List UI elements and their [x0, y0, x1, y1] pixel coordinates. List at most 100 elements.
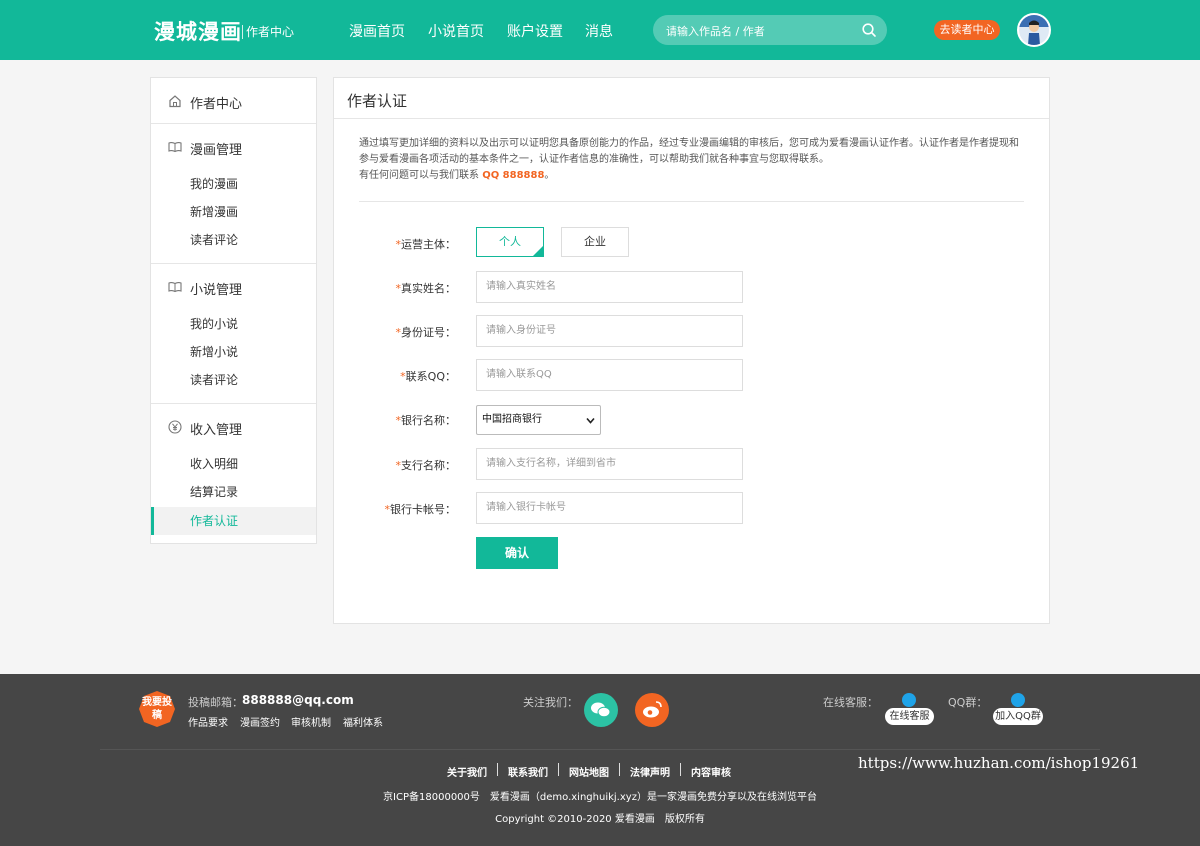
- sidebar-item-new-novel[interactable]: 新增小说: [151, 338, 316, 366]
- entity-option-company[interactable]: 企业: [561, 227, 629, 257]
- nav-account-settings[interactable]: 账户设置: [507, 21, 563, 41]
- divider: [558, 763, 559, 776]
- reader-center-button[interactable]: 去读者中心: [934, 20, 1000, 40]
- sidebar-item-author-home[interactable]: 作者中心: [151, 78, 316, 124]
- footer-link-about[interactable]: 关于我们: [447, 764, 487, 779]
- book-icon: [168, 282, 182, 293]
- option-label: 个人: [499, 235, 521, 248]
- branch-label: *支行名称：: [364, 457, 457, 473]
- qq-input[interactable]: 请输入联系QQ: [476, 359, 743, 391]
- wechat-glyph-icon: [591, 702, 611, 718]
- intro-text: 通过填写更加详细的资料以及出示可以证明您具备原创能力的作品，经过专业漫画编辑的审…: [359, 136, 1024, 184]
- watermark: https://www.huzhan.com/ishop19261: [858, 754, 1140, 772]
- panel-header: 作者认证: [334, 78, 1049, 119]
- divider: [100, 749, 1100, 750]
- label-text: 真实姓名：: [401, 282, 456, 295]
- submit-work-badge[interactable]: 我要投稿: [139, 691, 175, 727]
- sidebar-item-my-novels[interactable]: 我的小说: [151, 310, 316, 338]
- mail-label: 投稿邮箱：: [188, 696, 243, 709]
- nav-messages[interactable]: 消息: [585, 21, 613, 41]
- sidebar-item-novel-comments[interactable]: 读者评论: [151, 366, 316, 394]
- logo-subtitle: 作者中心: [242, 25, 294, 39]
- sidebar-item-new-comic[interactable]: 新增漫画: [151, 198, 316, 226]
- footer: 我要投稿 投稿邮箱： 888888@qq.com 作品要求 漫画签约 审核机制 …: [0, 674, 1200, 846]
- avatar[interactable]: [1017, 13, 1051, 47]
- sidebar-item-income-detail[interactable]: 收入明细: [151, 450, 316, 478]
- weibo-icon[interactable]: [635, 693, 669, 727]
- sidebar-group-novel: 小说管理: [151, 264, 316, 310]
- footer-link-benefits[interactable]: 福利体系: [343, 714, 383, 729]
- intro-line: 参与爱看漫画各项活动的基本条件之一，认证作者信息的准确性，可以帮助我们就各种事宜…: [359, 154, 829, 165]
- top-header: 漫城漫画 作者中心 漫画首页 小说首页 账户设置 消息 请输入作品名 / 作者 …: [0, 0, 1200, 60]
- card-label: *银行卡帐号：: [364, 501, 457, 517]
- label-text: 支行名称：: [401, 459, 456, 472]
- label-text: 运营主体：: [401, 238, 456, 251]
- bank-select[interactable]: 中国招商银行: [476, 405, 601, 435]
- weibo-glyph-icon: [643, 701, 662, 718]
- sidebar-item-label: 作者中心: [190, 97, 243, 112]
- home-icon: [169, 95, 181, 108]
- avatar-image: [1019, 15, 1049, 45]
- footer-link-review[interactable]: 审核机制: [291, 714, 331, 729]
- sidebar-item-author-verify[interactable]: 作者认证: [151, 507, 316, 535]
- selected-value: 中国招商银行: [482, 414, 542, 425]
- submit-button[interactable]: 确认: [476, 537, 558, 569]
- search-box[interactable]: 请输入作品名 / 作者: [653, 15, 887, 45]
- join-qq-group-button[interactable]: 加入QQ群: [993, 708, 1043, 725]
- sidebar: 作者中心 漫画管理 我的漫画 新增漫画 读者评论 小说管理 我的小说 新增小说 …: [150, 77, 317, 544]
- copyright-text: Copyright ©2010-2020 爱看漫画 版权所有: [495, 814, 705, 825]
- label-text: 银行名称：: [401, 414, 456, 427]
- nav-novel-home[interactable]: 小说首页: [428, 21, 484, 41]
- badge-label: 我要投稿: [142, 697, 172, 721]
- follow-label: 关注我们：: [523, 696, 578, 709]
- nav-comic-home[interactable]: 漫画首页: [349, 21, 405, 41]
- page-title: 作者认证: [347, 92, 408, 110]
- sidebar-group-title: 收入管理: [190, 423, 243, 438]
- entity-option-personal[interactable]: 个人: [476, 227, 544, 257]
- search-input[interactable]: 请输入作品名 / 作者: [666, 23, 765, 39]
- intro-line: 有任何问题可以与我们联系 QQ 888888。: [359, 168, 1024, 184]
- icp-text: 京ICP备18000000号 爱看漫画（demo.xinghuikj.xyz）是…: [383, 792, 817, 803]
- qq-label: *联系QQ：: [364, 368, 456, 384]
- wechat-icon[interactable]: [584, 693, 618, 727]
- yen-icon: [168, 420, 182, 434]
- sidebar-item-comic-comments[interactable]: 读者评论: [151, 226, 316, 254]
- id-number-input[interactable]: 请输入身份证号: [476, 315, 743, 347]
- sidebar-group-title: 漫画管理: [190, 143, 243, 158]
- divider: [359, 201, 1024, 202]
- footer-link-contract[interactable]: 漫画签约: [240, 714, 280, 729]
- footer-link-legal[interactable]: 法律声明: [630, 764, 670, 779]
- service-icon: [902, 693, 916, 707]
- branch-input[interactable]: 请输入支行名称，详细到省市: [476, 448, 743, 480]
- chevron-down-icon: [586, 417, 595, 424]
- online-service-button[interactable]: 在线客服: [885, 708, 934, 725]
- sidebar-item-my-comics[interactable]: 我的漫画: [151, 170, 316, 198]
- book-icon: [168, 142, 182, 153]
- sidebar-item-settlement[interactable]: 结算记录: [151, 478, 316, 506]
- sidebar-group-title: 小说管理: [190, 283, 243, 298]
- real-name-input[interactable]: 请输入真实姓名: [476, 271, 743, 303]
- label-text: 联系QQ：: [405, 370, 456, 383]
- qq-icon: [1011, 693, 1025, 707]
- divider: [619, 763, 620, 776]
- footer-link-sitemap[interactable]: 网站地图: [569, 764, 609, 779]
- divider: [497, 763, 498, 776]
- contact-qq: QQ 888888: [482, 170, 545, 181]
- bank-label: *银行名称：: [364, 412, 457, 428]
- intro-contact-text: 有任何问题可以与我们联系: [359, 170, 479, 181]
- footer-link-contact[interactable]: 联系我们: [508, 764, 548, 779]
- divider: [680, 763, 681, 776]
- sidebar-group-comic: 漫画管理: [151, 124, 316, 170]
- name-label: *真实姓名：: [364, 280, 457, 296]
- site-logo[interactable]: 漫城漫画: [154, 16, 242, 46]
- footer-link-requirements[interactable]: 作品要求: [188, 714, 228, 729]
- footer-link-content-review[interactable]: 内容审核: [691, 764, 731, 779]
- service-label: 在线客服：: [823, 696, 878, 709]
- card-number-input[interactable]: 请输入银行卡帐号: [476, 492, 743, 524]
- option-label: 企业: [584, 235, 606, 248]
- label-text: 银行卡帐号：: [390, 503, 456, 516]
- search-icon[interactable]: [861, 22, 877, 38]
- intro-suffix: 。: [544, 170, 555, 181]
- mail-value: 888888@qq.com: [242, 693, 354, 707]
- label-text: 身份证号：: [401, 326, 456, 339]
